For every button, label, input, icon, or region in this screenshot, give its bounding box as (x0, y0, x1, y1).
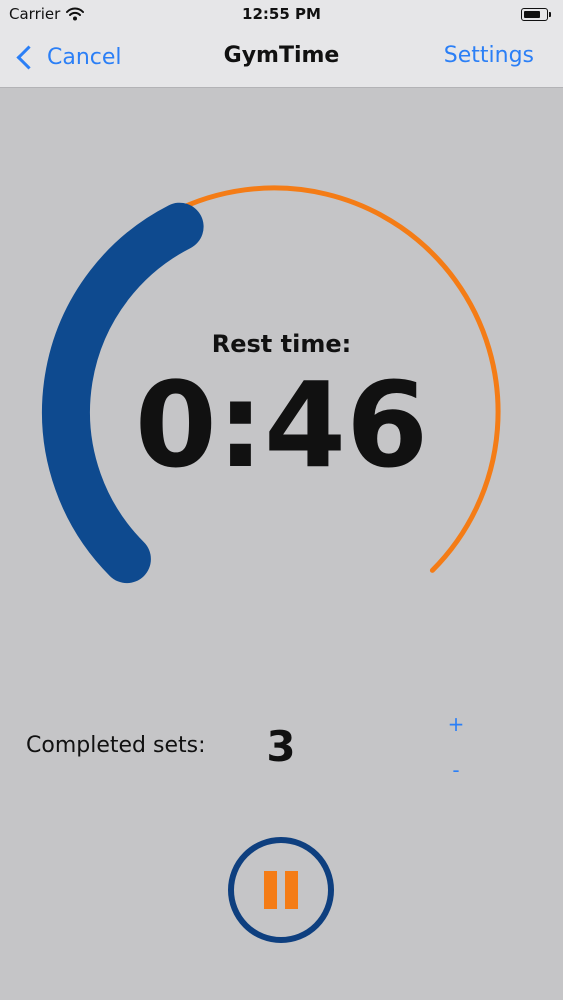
pause-button[interactable] (228, 837, 334, 943)
pause-bar-left (264, 871, 277, 909)
completed-sets-value: 3 (266, 722, 296, 771)
completed-sets-label: Completed sets: (26, 733, 206, 758)
rest-time-label: Rest time: (211, 330, 352, 358)
pause-bar-right (285, 871, 298, 909)
rest-time-value: 0:46 (134, 356, 429, 494)
increment-sets-button[interactable]: + (444, 712, 468, 736)
pause-icon (261, 871, 301, 909)
decrement-sets-button[interactable]: - (444, 758, 468, 782)
